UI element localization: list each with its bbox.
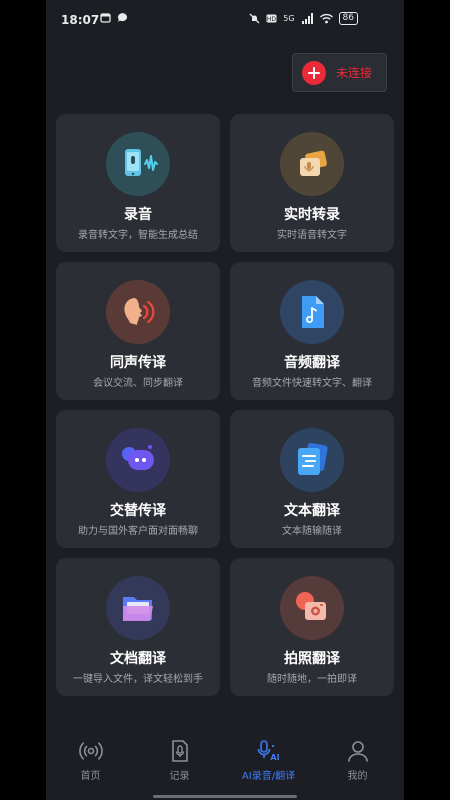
tab-records[interactable]: 记录 xyxy=(135,725,224,785)
card-title: 拍照翻译 xyxy=(284,651,340,667)
record-doc-icon xyxy=(172,740,188,762)
card-title: 音频翻译 xyxy=(284,355,340,371)
bottom-tab-bar: 首页 记录 AI AI录音/翻译 我的 xyxy=(46,725,404,785)
card-title: 同声传译 xyxy=(110,355,166,371)
card-title: 录音 xyxy=(124,207,152,223)
tab-home[interactable]: 首页 xyxy=(46,725,135,785)
camera-icon xyxy=(280,576,344,640)
tab-label: 我的 xyxy=(347,771,368,782)
card-title: 文本翻译 xyxy=(284,503,340,519)
card-subtitle: 音频文件快速转文字、翻译 xyxy=(252,378,372,389)
wifi-icon xyxy=(319,13,333,24)
tab-label: 记录 xyxy=(169,771,190,782)
ai-mic-icon: AI xyxy=(257,740,280,762)
tab-label: AI录音/翻译 xyxy=(241,771,296,782)
app-screen: 18:07 HD 5G 86 未连接 录音 录音转文字，智能生成总结 实时转录 … xyxy=(46,0,404,800)
hd-icon: HD xyxy=(266,14,277,23)
card-subtitle: 文本随输随译 xyxy=(282,526,342,537)
signal-type: 5G xyxy=(283,14,295,23)
mute-icon xyxy=(249,13,260,24)
tab-ai-recording-translate[interactable]: AI AI录音/翻译 xyxy=(224,725,313,785)
message-icon xyxy=(117,13,127,22)
card-subtitle: 会议交流、同步翻译 xyxy=(93,378,183,389)
status-bar: 18:07 HD 5G 86 xyxy=(46,0,404,40)
card-title: 交替传译 xyxy=(110,503,166,519)
card-realtime-transcribe[interactable]: 实时转录 实时语音转文字 xyxy=(230,114,394,252)
card-subtitle: 实时语音转文字 xyxy=(277,230,347,241)
svg-text:HD: HD xyxy=(267,16,277,23)
audio-file-icon xyxy=(280,280,344,344)
tab-label: 首页 xyxy=(80,771,101,782)
home-indicator[interactable] xyxy=(153,795,297,798)
simultaneous-interpret-icon xyxy=(106,280,170,344)
recording-icon xyxy=(106,132,170,196)
svg-text:AI: AI xyxy=(270,753,279,762)
card-subtitle: 助力与国外客户面对面畅聊 xyxy=(78,526,198,537)
device-connect-button[interactable]: 未连接 xyxy=(292,53,387,92)
add-device-icon xyxy=(302,60,326,85)
realtime-transcribe-icon xyxy=(280,132,344,196)
calendar-icon xyxy=(100,13,111,23)
card-subtitle: 录音转文字，智能生成总结 xyxy=(78,230,198,241)
card-title: 实时转录 xyxy=(284,207,340,223)
card-recording[interactable]: 录音 录音转文字，智能生成总结 xyxy=(56,114,220,252)
card-document-translate[interactable]: 文档翻译 一键导入文件，译文轻松到手 xyxy=(56,558,220,696)
connection-status: 未连接 xyxy=(336,66,373,80)
card-subtitle: 随时随地，一拍即译 xyxy=(267,674,357,685)
battery-level: 86 xyxy=(338,12,358,25)
card-photo-translate[interactable]: 拍照翻译 随时随地，一拍即译 xyxy=(230,558,394,696)
card-title: 文档翻译 xyxy=(110,651,166,667)
tab-profile[interactable]: 我的 xyxy=(313,725,402,785)
signal-icon xyxy=(301,13,313,24)
card-audio-translate[interactable]: 音频翻译 音频文件快速转文字、翻译 xyxy=(230,262,394,400)
broadcast-icon xyxy=(79,742,103,760)
status-time: 18:07 xyxy=(61,13,100,27)
chat-bot-icon xyxy=(106,428,170,492)
folder-icon xyxy=(106,576,170,640)
card-subtitle: 一键导入文件，译文轻松到手 xyxy=(73,674,203,685)
card-consecutive-interpretation[interactable]: 交替传译 助力与国外客户面对面畅聊 xyxy=(56,410,220,548)
card-simultaneous-interpretation[interactable]: 同声传译 会议交流、同步翻译 xyxy=(56,262,220,400)
profile-icon xyxy=(348,741,368,762)
card-text-translate[interactable]: 文本翻译 文本随输随译 xyxy=(230,410,394,548)
text-translate-icon xyxy=(280,428,344,492)
